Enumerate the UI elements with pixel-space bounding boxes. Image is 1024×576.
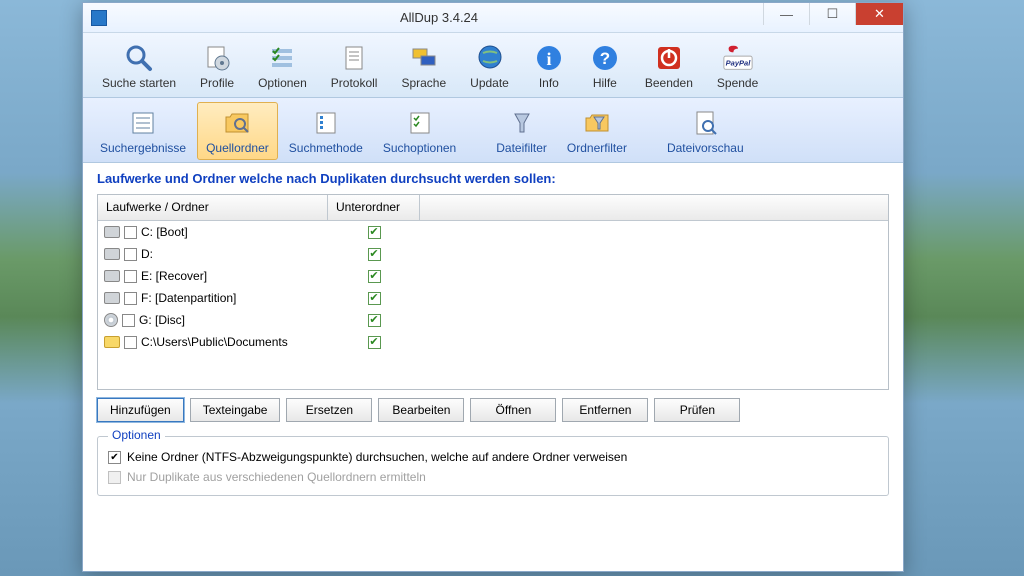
titlebar: AllDup 3.4.24 — ☐ ✕ xyxy=(83,3,903,33)
drive-table: Laufwerke / Ordner Unterordner C: [Boot]… xyxy=(97,194,889,390)
tab-suchergebnisse[interactable]: Suchergebnisse xyxy=(91,102,195,160)
options-icon xyxy=(266,42,298,74)
option-ntfs[interactable]: Keine Ordner (NTFS-Abzweigungspunkte) du… xyxy=(108,447,878,467)
tab-suchmethode[interactable]: Suchmethode xyxy=(280,102,372,160)
disc-icon xyxy=(104,313,118,327)
preview-icon xyxy=(689,107,721,139)
sub-checkbox[interactable]: ✔ xyxy=(368,336,381,349)
hdd-icon xyxy=(104,226,120,238)
checkbox-quellordner xyxy=(108,471,121,484)
toolbar-suche-starten[interactable]: Suche starten xyxy=(91,37,187,95)
toolbar-tabs: Suchergebnisse Quellordner Suchmethode S… xyxy=(83,98,903,163)
window-controls: — ☐ ✕ xyxy=(763,3,903,32)
tab-dateivorschau[interactable]: Dateivorschau xyxy=(658,102,753,160)
row-checkbox[interactable] xyxy=(124,336,137,349)
log-icon xyxy=(338,42,370,74)
svg-text:i: i xyxy=(546,49,551,69)
table-header: Laufwerke / Ordner Unterordner xyxy=(98,195,888,221)
minimize-button[interactable]: — xyxy=(763,3,809,25)
hdd-icon xyxy=(104,270,120,282)
toolbar-profile[interactable]: Profile xyxy=(189,37,245,95)
toolbar-beenden[interactable]: Beenden xyxy=(634,37,704,95)
sub-checkbox[interactable]: ✔ xyxy=(368,270,381,283)
toolbar-update[interactable]: Update xyxy=(459,37,520,95)
table-row[interactable]: C: [Boot] ✔ xyxy=(98,221,888,243)
info-icon: i xyxy=(533,42,565,74)
toolbar-protokoll[interactable]: Protokoll xyxy=(320,37,389,95)
btn-bearbeiten[interactable]: Bearbeiten xyxy=(378,398,464,422)
btn-ersetzen[interactable]: Ersetzen xyxy=(286,398,372,422)
toolbar-hilfe[interactable]: ? Hilfe xyxy=(578,37,632,95)
searchoptions-icon xyxy=(404,107,436,139)
profile-icon xyxy=(201,42,233,74)
option-verschied-quellordner: Nur Duplikate aus verschiedenen Quellord… xyxy=(108,467,878,487)
sub-checkbox[interactable]: ✔ xyxy=(368,248,381,261)
table-row[interactable]: D: ✔ xyxy=(98,243,888,265)
tab-quellordner[interactable]: Quellordner xyxy=(197,102,278,160)
table-row[interactable]: E: [Recover] ✔ xyxy=(98,265,888,287)
folder-search-icon xyxy=(221,107,253,139)
tab-dateifilter[interactable]: Dateifilter xyxy=(487,102,556,160)
language-icon xyxy=(408,42,440,74)
tab-suchoptionen[interactable]: Suchoptionen xyxy=(374,102,465,160)
app-icon xyxy=(91,10,107,26)
method-icon xyxy=(310,107,342,139)
btn-hinzufuegen[interactable]: Hinzufügen xyxy=(97,398,184,422)
checkbox-ntfs[interactable] xyxy=(108,451,121,464)
toolbar-sprache[interactable]: Sprache xyxy=(390,37,457,95)
hdd-icon xyxy=(104,248,120,260)
results-icon xyxy=(127,107,159,139)
btn-entfernen[interactable]: Entfernen xyxy=(562,398,648,422)
button-row: Hinzufügen Texteingabe Ersetzen Bearbeit… xyxy=(97,398,889,422)
filefilter-icon xyxy=(506,107,538,139)
help-icon: ? xyxy=(589,42,621,74)
row-checkbox[interactable] xyxy=(124,270,137,283)
svg-text:PayPal: PayPal xyxy=(725,59,751,68)
row-checkbox[interactable] xyxy=(124,292,137,305)
table-row[interactable]: G: [Disc] ✔ xyxy=(98,309,888,331)
btn-texteingabe[interactable]: Texteingabe xyxy=(190,398,281,422)
options-title: Optionen xyxy=(108,428,165,442)
sub-checkbox[interactable]: ✔ xyxy=(368,292,381,305)
toolbar-optionen[interactable]: Optionen xyxy=(247,37,318,95)
paypal-icon: PayPal xyxy=(722,42,754,74)
app-window: AllDup 3.4.24 — ☐ ✕ Suche starten Profil… xyxy=(82,2,904,572)
close-button[interactable]: ✕ xyxy=(855,3,903,25)
toolbar-spende[interactable]: PayPal Spende xyxy=(706,37,769,95)
section-heading: Laufwerke und Ordner welche nach Duplika… xyxy=(97,171,889,186)
maximize-button[interactable]: ☐ xyxy=(809,3,855,25)
row-checkbox[interactable] xyxy=(124,226,137,239)
table-row[interactable]: F: [Datenpartition] ✔ xyxy=(98,287,888,309)
folder-icon xyxy=(104,336,120,348)
row-checkbox[interactable] xyxy=(122,314,135,327)
row-checkbox[interactable] xyxy=(124,248,137,261)
btn-oeffnen[interactable]: Öffnen xyxy=(470,398,556,422)
toolbar-info[interactable]: i Info xyxy=(522,37,576,95)
content-area: Laufwerke und Ordner welche nach Duplika… xyxy=(83,163,903,571)
globe-icon xyxy=(474,42,506,74)
hdd-icon xyxy=(104,292,120,304)
table-body[interactable]: C: [Boot] ✔ D: ✔ E: [Recover] ✔ F: [Date… xyxy=(98,221,888,389)
col-subfolders[interactable]: Unterordner xyxy=(328,195,420,220)
btn-pruefen[interactable]: Prüfen xyxy=(654,398,740,422)
tab-ordnerfilter[interactable]: Ordnerfilter xyxy=(558,102,636,160)
search-icon xyxy=(123,42,155,74)
window-title: AllDup 3.4.24 xyxy=(115,10,763,25)
toolbar-main: Suche starten Profile Optionen Protokoll… xyxy=(83,33,903,98)
table-row[interactable]: C:\Users\Public\Documents ✔ xyxy=(98,331,888,353)
col-drives[interactable]: Laufwerke / Ordner xyxy=(98,195,328,220)
svg-text:?: ? xyxy=(600,49,610,68)
sub-checkbox[interactable]: ✔ xyxy=(368,226,381,239)
folderfilter-icon xyxy=(581,107,613,139)
options-group: Optionen Keine Ordner (NTFS-Abzweigungsp… xyxy=(97,436,889,496)
sub-checkbox[interactable]: ✔ xyxy=(368,314,381,327)
power-icon xyxy=(653,42,685,74)
